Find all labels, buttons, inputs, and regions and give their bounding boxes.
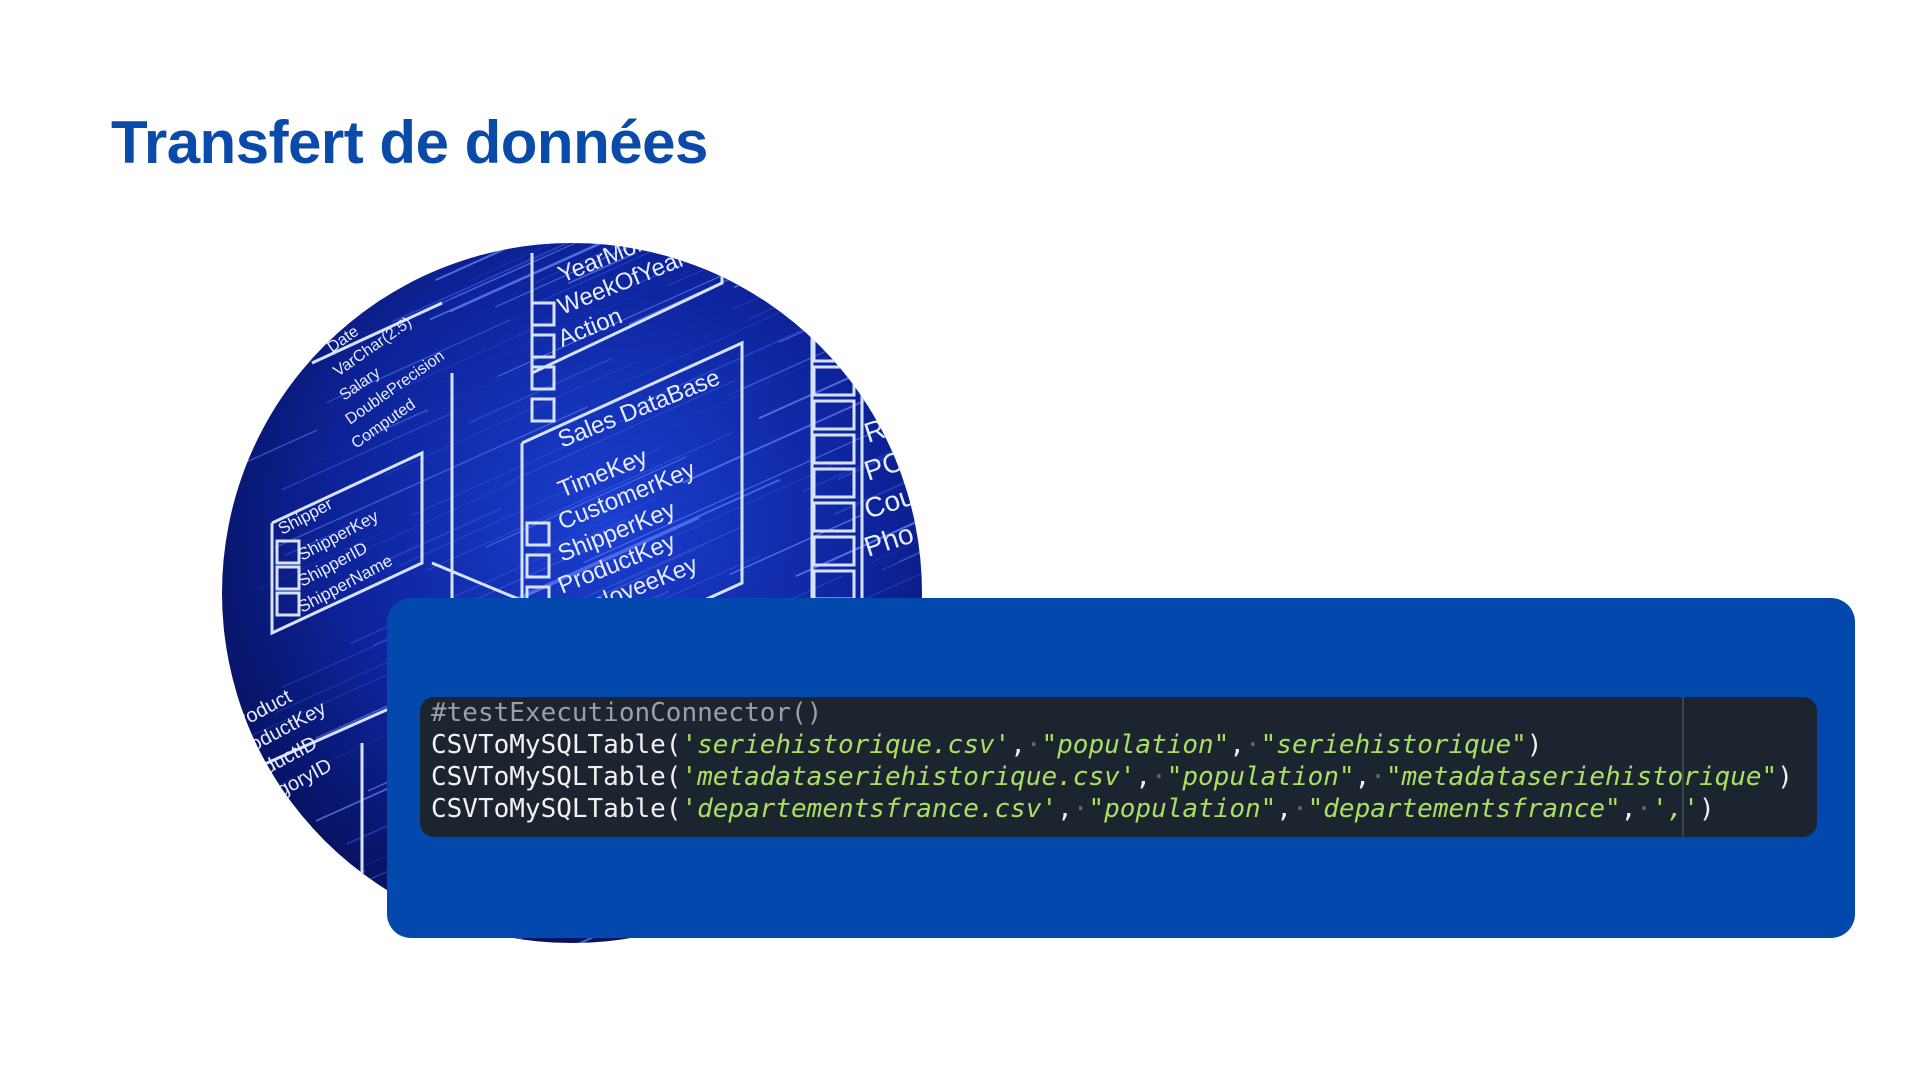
code-token: #testExecutionConnector() <box>431 698 823 728</box>
code-token: , <box>1620 794 1637 824</box>
light-streak <box>766 243 871 290</box>
light-streak <box>243 827 312 860</box>
code-token: · <box>1245 730 1261 760</box>
light-streak <box>269 243 344 277</box>
code-token: "departementsfrance" <box>1307 794 1621 824</box>
light-streak <box>232 244 338 294</box>
code-token: ) <box>1698 794 1715 824</box>
light-streak <box>866 265 922 292</box>
code-token: "population" <box>1088 794 1277 824</box>
light-streak <box>733 243 835 289</box>
light-streak <box>837 243 905 274</box>
code-token: · <box>1291 794 1308 824</box>
light-streak <box>905 468 922 478</box>
code-token: CSVToMySQLTable( <box>431 794 682 824</box>
code-panel: #testExecutionConnector() CSVToMySQLTable… <box>387 598 1855 938</box>
light-streak <box>748 251 899 320</box>
slide-title: Transfert de données <box>111 109 708 176</box>
code-token: ) <box>1777 762 1793 792</box>
code-token: CSVToMySQLTable( <box>431 730 682 760</box>
code-token: , <box>1057 794 1073 824</box>
light-streak <box>850 271 922 306</box>
code-token: "seriehistorique" <box>1260 730 1527 760</box>
code-token: 'departementsfrance.csv' <box>681 794 1058 824</box>
code-token: · <box>1072 794 1089 824</box>
light-streak <box>833 249 922 291</box>
code-token: , <box>1229 730 1245 760</box>
code-token: ) <box>1526 730 1543 760</box>
code-token: · <box>1636 794 1652 824</box>
code-token: , <box>1276 794 1292 824</box>
code-line: CSVToMySQLTable('seriehistorique.csv',·"… <box>431 729 1817 761</box>
light-streak <box>222 870 366 936</box>
code-line: CSVToMySQLTable('metadataseriehistorique… <box>431 761 1817 793</box>
code-token: , <box>1354 762 1371 792</box>
light-streak <box>870 249 922 275</box>
code-line: CSVToMySQLTable('departementsfrance.csv'… <box>431 793 1817 825</box>
code-editor: #testExecutionConnector() CSVToMySQLTable… <box>420 697 1817 837</box>
light-streak <box>236 243 311 277</box>
code-token: 'seriehistorique.csv' <box>681 730 1011 760</box>
code-token: ',' <box>1652 794 1699 824</box>
code-token: · <box>1370 762 1386 792</box>
code-token: "population" <box>1166 762 1355 792</box>
code-token: , <box>1010 730 1026 760</box>
code-line: #testExecutionConnector() <box>431 697 1817 729</box>
code-token: 'metadataseriehistorique.csv' <box>681 762 1136 792</box>
code-token: "population" <box>1041 730 1230 760</box>
code-token: · <box>1025 730 1042 760</box>
code-token: CSVToMySQLTable( <box>431 762 682 792</box>
code-token: "metadataseriehistorique" <box>1385 762 1778 792</box>
light-streak <box>793 256 922 315</box>
code-token: , <box>1135 762 1152 792</box>
code-token: · <box>1151 762 1167 792</box>
